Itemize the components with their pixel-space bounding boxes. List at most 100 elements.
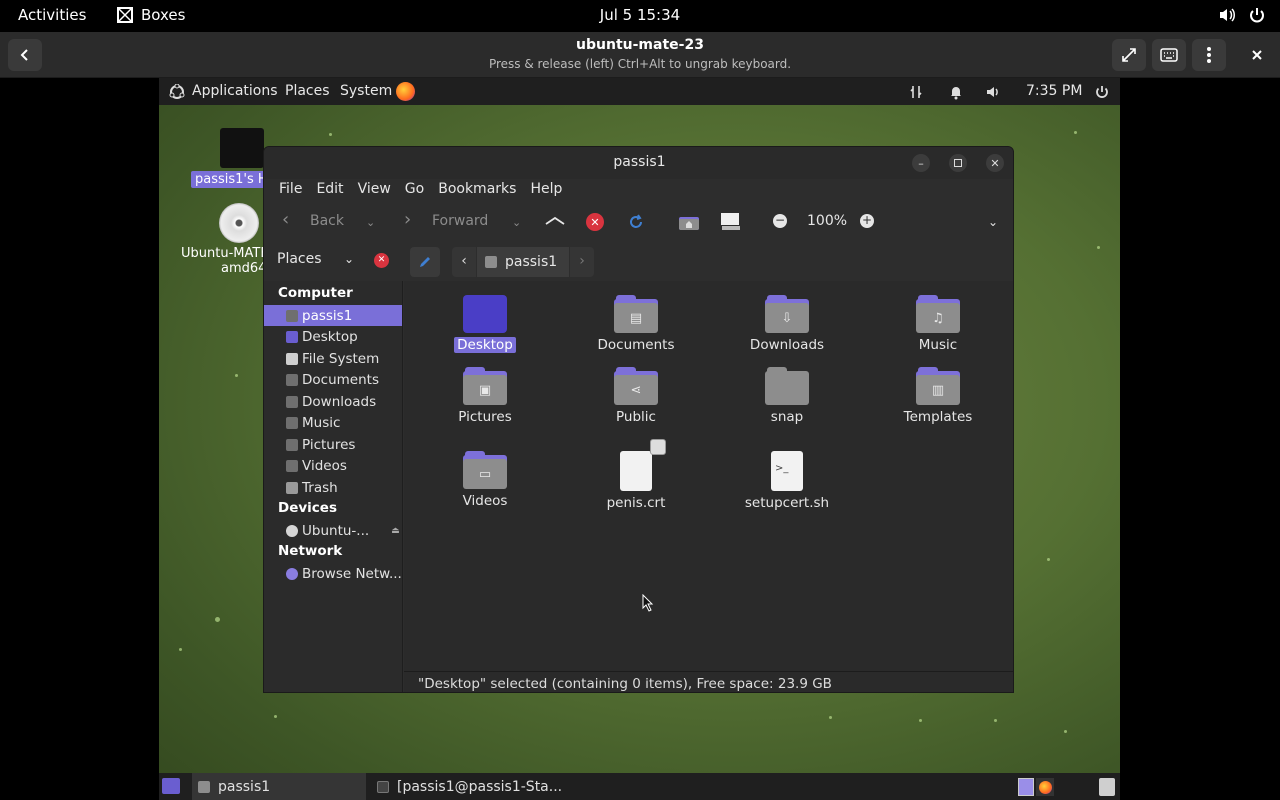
desktop-disc-icon[interactable]: Ubuntu-MATE amd64	[177, 203, 277, 276]
network-icon[interactable]	[909, 84, 923, 100]
breadcrumb-left-button[interactable]: ‹	[452, 247, 476, 277]
network-small-icon	[286, 567, 298, 580]
sidebar-item-music[interactable]: Music	[264, 412, 402, 433]
sidebar-item-downloads[interactable]: Downloads	[264, 391, 402, 412]
sidebar-item-desktop[interactable]: Desktop	[264, 326, 402, 347]
breadcrumb-right-button[interactable]: ›	[570, 247, 594, 277]
file-view[interactable]: Desktop ▤ Documents ⇩ Downloads ♫ Music …	[404, 281, 1013, 671]
file-item-templates[interactable]: ▥ Templates	[878, 367, 998, 425]
window-title: passis1	[613, 154, 666, 170]
up-icon[interactable]	[544, 216, 566, 226]
file-item-documents[interactable]: ▤ Documents	[576, 295, 696, 353]
breadcrumb-home-button[interactable]: passis1	[477, 247, 569, 277]
close-sidebar-icon[interactable]: ✕	[374, 253, 389, 268]
sidebar-item-documents[interactable]: Documents	[264, 369, 402, 390]
sidebar-item-pictures[interactable]: Pictures	[264, 434, 402, 455]
file-item-penis-crt[interactable]: penis.crt	[576, 439, 696, 511]
toolbar-back-button[interactable]: Back	[310, 213, 344, 229]
edit-location-button[interactable]	[410, 247, 440, 277]
keyboard-button[interactable]	[1152, 39, 1186, 71]
places-menu[interactable]: Places	[285, 83, 330, 99]
vm-title: ubuntu-mate-23	[576, 37, 704, 53]
zoom-level[interactable]: 100%	[807, 213, 847, 229]
eject-icon[interactable]: ⏏	[391, 526, 400, 536]
vm-display[interactable]: Applications Places System 7:35 PM passi…	[159, 78, 1120, 800]
toolbar-forward-button[interactable]: Forward	[432, 213, 488, 229]
zoom-in-icon[interactable]: +	[860, 214, 874, 228]
activities-button[interactable]: Activities	[18, 6, 86, 24]
taskbar-item-passis1[interactable]: passis1	[192, 773, 366, 800]
stop-icon[interactable]: ✕	[586, 213, 604, 231]
sidebar-item-ubuntu-disc[interactable]: Ubuntu-... ⏏	[264, 520, 402, 541]
sidebar-item-trash[interactable]: Trash	[264, 477, 402, 498]
sidebar-mode-chevron-icon[interactable]: ⌄	[344, 252, 354, 266]
file-label: Videos	[462, 493, 508, 509]
mouse-cursor-icon	[642, 594, 654, 612]
back-history-dropdown-icon[interactable]: ⌄	[366, 216, 375, 229]
taskbar-label: [passis1@passis1-Sta...	[397, 778, 563, 795]
downloads-small-icon	[286, 395, 298, 408]
sidebar-mode-select[interactable]: Places	[277, 251, 322, 267]
menu-bookmarks[interactable]: Bookmarks	[431, 179, 523, 203]
sidebar-item-passis1[interactable]: passis1	[264, 305, 402, 326]
panel-power-icon[interactable]	[1095, 84, 1109, 100]
reload-icon[interactable]	[627, 213, 645, 231]
sidebar-item-label: Desktop	[302, 328, 358, 345]
menu-button[interactable]	[1192, 39, 1226, 71]
menu-file[interactable]: File	[272, 179, 309, 203]
window-close-button[interactable]: ✕	[986, 154, 1004, 172]
boxes-app-label: Boxes	[141, 6, 186, 24]
folder-templates-icon: ▥	[916, 367, 960, 405]
file-item-pictures[interactable]: ▣ Pictures	[425, 367, 545, 425]
clock[interactable]: Jul 5 15:34	[600, 6, 680, 24]
menu-go[interactable]: Go	[398, 179, 431, 203]
boxes-header-bar: ubuntu-mate-23 Press & release (left) Ct…	[0, 32, 1280, 78]
applications-menu[interactable]: Applications	[192, 83, 278, 99]
notification-bell-icon[interactable]	[949, 84, 963, 100]
computer-icon[interactable]	[720, 212, 742, 232]
menu-edit[interactable]: Edit	[309, 179, 350, 203]
zoom-out-icon[interactable]: −	[773, 214, 787, 228]
home-icon[interactable]	[678, 213, 700, 231]
file-item-videos[interactable]: ▭ Videos	[425, 451, 545, 509]
boxes-app-menu[interactable]: Boxes	[117, 6, 185, 24]
show-desktop-icon[interactable]	[162, 778, 180, 794]
toolbar-overflow-icon[interactable]: ⌄	[988, 215, 998, 229]
file-item-music[interactable]: ♫ Music	[878, 295, 998, 353]
panel-clock[interactable]: 7:35 PM	[1026, 83, 1082, 99]
firefox-launcher-icon[interactable]	[396, 82, 415, 101]
workspace-1-icon[interactable]	[1018, 778, 1034, 796]
file-manager-small-icon	[198, 780, 210, 793]
file-item-desktop[interactable]: Desktop	[425, 295, 545, 353]
file-label: setupcert.sh	[744, 495, 830, 511]
sidebar-item-label: Downloads	[302, 393, 377, 410]
file-item-snap[interactable]: snap	[727, 367, 847, 425]
panel-volume-icon[interactable]	[985, 84, 1001, 100]
menu-help[interactable]: Help	[523, 179, 569, 203]
close-button[interactable]	[1240, 39, 1274, 71]
sidebar-item-browse-network[interactable]: Browse Netw...	[264, 563, 402, 584]
window-titlebar[interactable]: passis1 – ✕	[264, 147, 1013, 179]
taskbar-item-terminal[interactable]: [passis1@passis1-Sta...	[371, 773, 571, 800]
sidebar-item-label: Music	[302, 414, 341, 431]
file-item-downloads[interactable]: ⇩ Downloads	[727, 295, 847, 353]
workspace-2-icon[interactable]	[1036, 778, 1054, 796]
system-menu[interactable]: System	[340, 83, 392, 99]
system-tray[interactable]	[1218, 6, 1266, 24]
sidebar-header-computer: Computer	[278, 285, 353, 301]
sidebar-item-label: Ubuntu-...	[302, 522, 370, 539]
sidebar-item-videos[interactable]: Videos	[264, 455, 402, 476]
taskbar-label: passis1	[218, 778, 271, 795]
file-item-setupcert-sh[interactable]: >_ setupcert.sh	[727, 451, 847, 511]
fullscreen-button[interactable]	[1112, 39, 1146, 71]
trash-applet-icon[interactable]	[1099, 778, 1115, 796]
menu-view[interactable]: View	[351, 179, 398, 203]
file-label: snap	[770, 409, 804, 425]
maximize-button[interactable]	[949, 154, 967, 172]
minimize-button[interactable]: –	[912, 154, 930, 172]
file-label: Pictures	[458, 409, 512, 425]
file-item-public[interactable]: ⋖ Public	[576, 367, 696, 425]
sidebar-item-file-system[interactable]: File System	[264, 348, 402, 369]
forward-history-dropdown-icon[interactable]: ⌄	[512, 216, 521, 229]
desktop-small-icon	[286, 330, 298, 343]
